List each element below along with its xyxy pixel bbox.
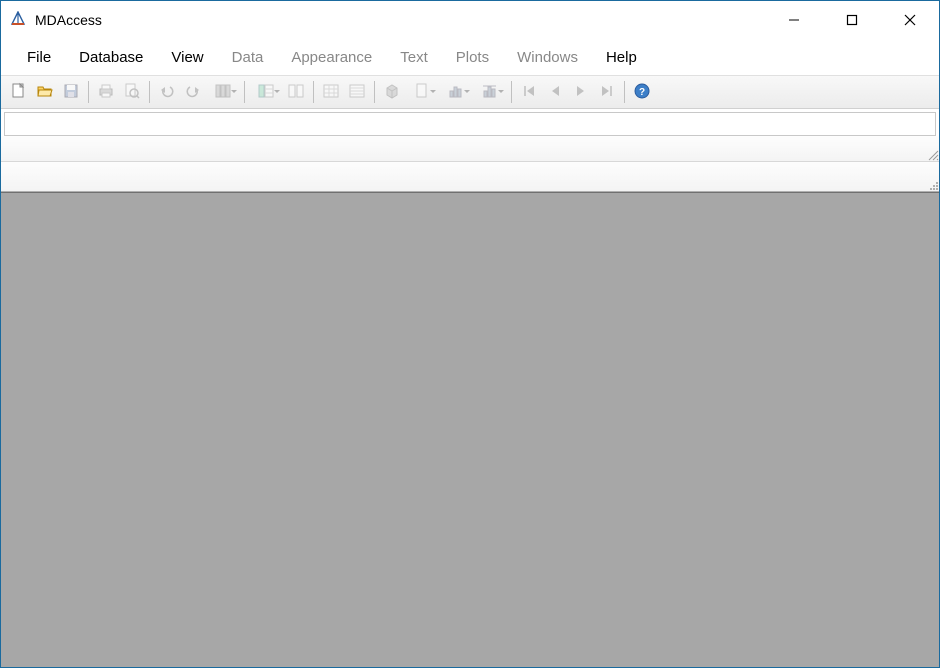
toolbar-separator <box>511 81 512 103</box>
save-icon <box>62 82 80 103</box>
menu-windows: Windows <box>503 43 592 72</box>
toolbar-separator <box>88 81 89 103</box>
redo-icon <box>184 82 202 103</box>
print-button[interactable] <box>94 80 118 104</box>
tertiary-bar <box>1 162 939 192</box>
toolbar-separator <box>624 81 625 103</box>
last-icon <box>598 82 616 103</box>
title-bar: MDAccess <box>1 1 939 39</box>
preview-icon <box>123 82 141 103</box>
resize-grip-icon[interactable] <box>925 177 939 191</box>
mdi-client-area <box>1 192 939 667</box>
nav-first-button[interactable] <box>517 80 541 104</box>
grid-icon <box>322 82 340 103</box>
cube-button[interactable] <box>380 80 404 104</box>
menu-text: Text <box>386 43 442 72</box>
layout-button[interactable] <box>250 80 282 104</box>
window-title: MDAccess <box>35 12 102 28</box>
list-icon <box>348 82 366 103</box>
menu-file[interactable]: File <box>13 43 65 72</box>
formula-input[interactable] <box>5 113 935 135</box>
menu-data: Data <box>218 43 278 72</box>
nav-next-button[interactable] <box>569 80 593 104</box>
help-button[interactable]: ? <box>630 80 654 104</box>
folder-open-icon <box>36 82 54 103</box>
panes-button[interactable] <box>284 80 308 104</box>
chevron-down-icon <box>498 90 504 93</box>
toolbar-separator <box>313 81 314 103</box>
svg-text:?: ? <box>639 87 645 98</box>
nav-last-button[interactable] <box>595 80 619 104</box>
print-preview-button[interactable] <box>120 80 144 104</box>
prev-icon <box>546 82 564 103</box>
list-button[interactable] <box>345 80 369 104</box>
menu-appearance: Appearance <box>277 43 386 72</box>
page-button[interactable] <box>406 80 438 104</box>
maximize-button[interactable] <box>823 1 881 39</box>
chart2-button[interactable] <box>474 80 506 104</box>
columns-icon <box>214 82 232 103</box>
toolbar-separator <box>244 81 245 103</box>
minimize-button[interactable] <box>765 1 823 39</box>
menu-help[interactable]: Help <box>592 43 651 72</box>
layout-icon <box>257 82 275 103</box>
menu-database[interactable]: Database <box>65 43 157 72</box>
open-button[interactable] <box>33 80 57 104</box>
next-icon <box>572 82 590 103</box>
undo-button[interactable] <box>155 80 179 104</box>
menu-view[interactable]: View <box>157 43 217 72</box>
chevron-down-icon <box>430 90 436 93</box>
resize-grip-icon[interactable] <box>925 147 939 161</box>
panes-icon <box>287 82 305 103</box>
nav-prev-button[interactable] <box>543 80 567 104</box>
help-icon: ? <box>633 82 651 103</box>
undo-icon <box>158 82 176 103</box>
app-icon <box>9 11 27 29</box>
chart-button[interactable] <box>440 80 472 104</box>
bar-chart-icon <box>447 82 465 103</box>
toolbar-separator <box>149 81 150 103</box>
page-icon <box>413 82 431 103</box>
close-button[interactable] <box>881 1 939 39</box>
grid-button[interactable] <box>319 80 343 104</box>
columns-button[interactable] <box>207 80 239 104</box>
chevron-down-icon <box>274 90 280 93</box>
chevron-down-icon <box>231 90 237 93</box>
formula-bar <box>4 112 936 136</box>
toolbar: ? <box>1 75 939 109</box>
menu-bar: File Database View Data Appearance Text … <box>1 39 939 75</box>
secondary-bar <box>1 136 939 162</box>
bar-chart-icon <box>481 82 499 103</box>
redo-button[interactable] <box>181 80 205 104</box>
toolbar-separator <box>374 81 375 103</box>
save-button[interactable] <box>59 80 83 104</box>
chevron-down-icon <box>464 90 470 93</box>
first-icon <box>520 82 538 103</box>
window-controls <box>765 1 939 39</box>
new-button[interactable] <box>7 80 31 104</box>
cube-icon <box>383 82 401 103</box>
printer-icon <box>97 82 115 103</box>
menu-plots: Plots <box>442 43 503 72</box>
new-file-icon <box>10 82 28 103</box>
